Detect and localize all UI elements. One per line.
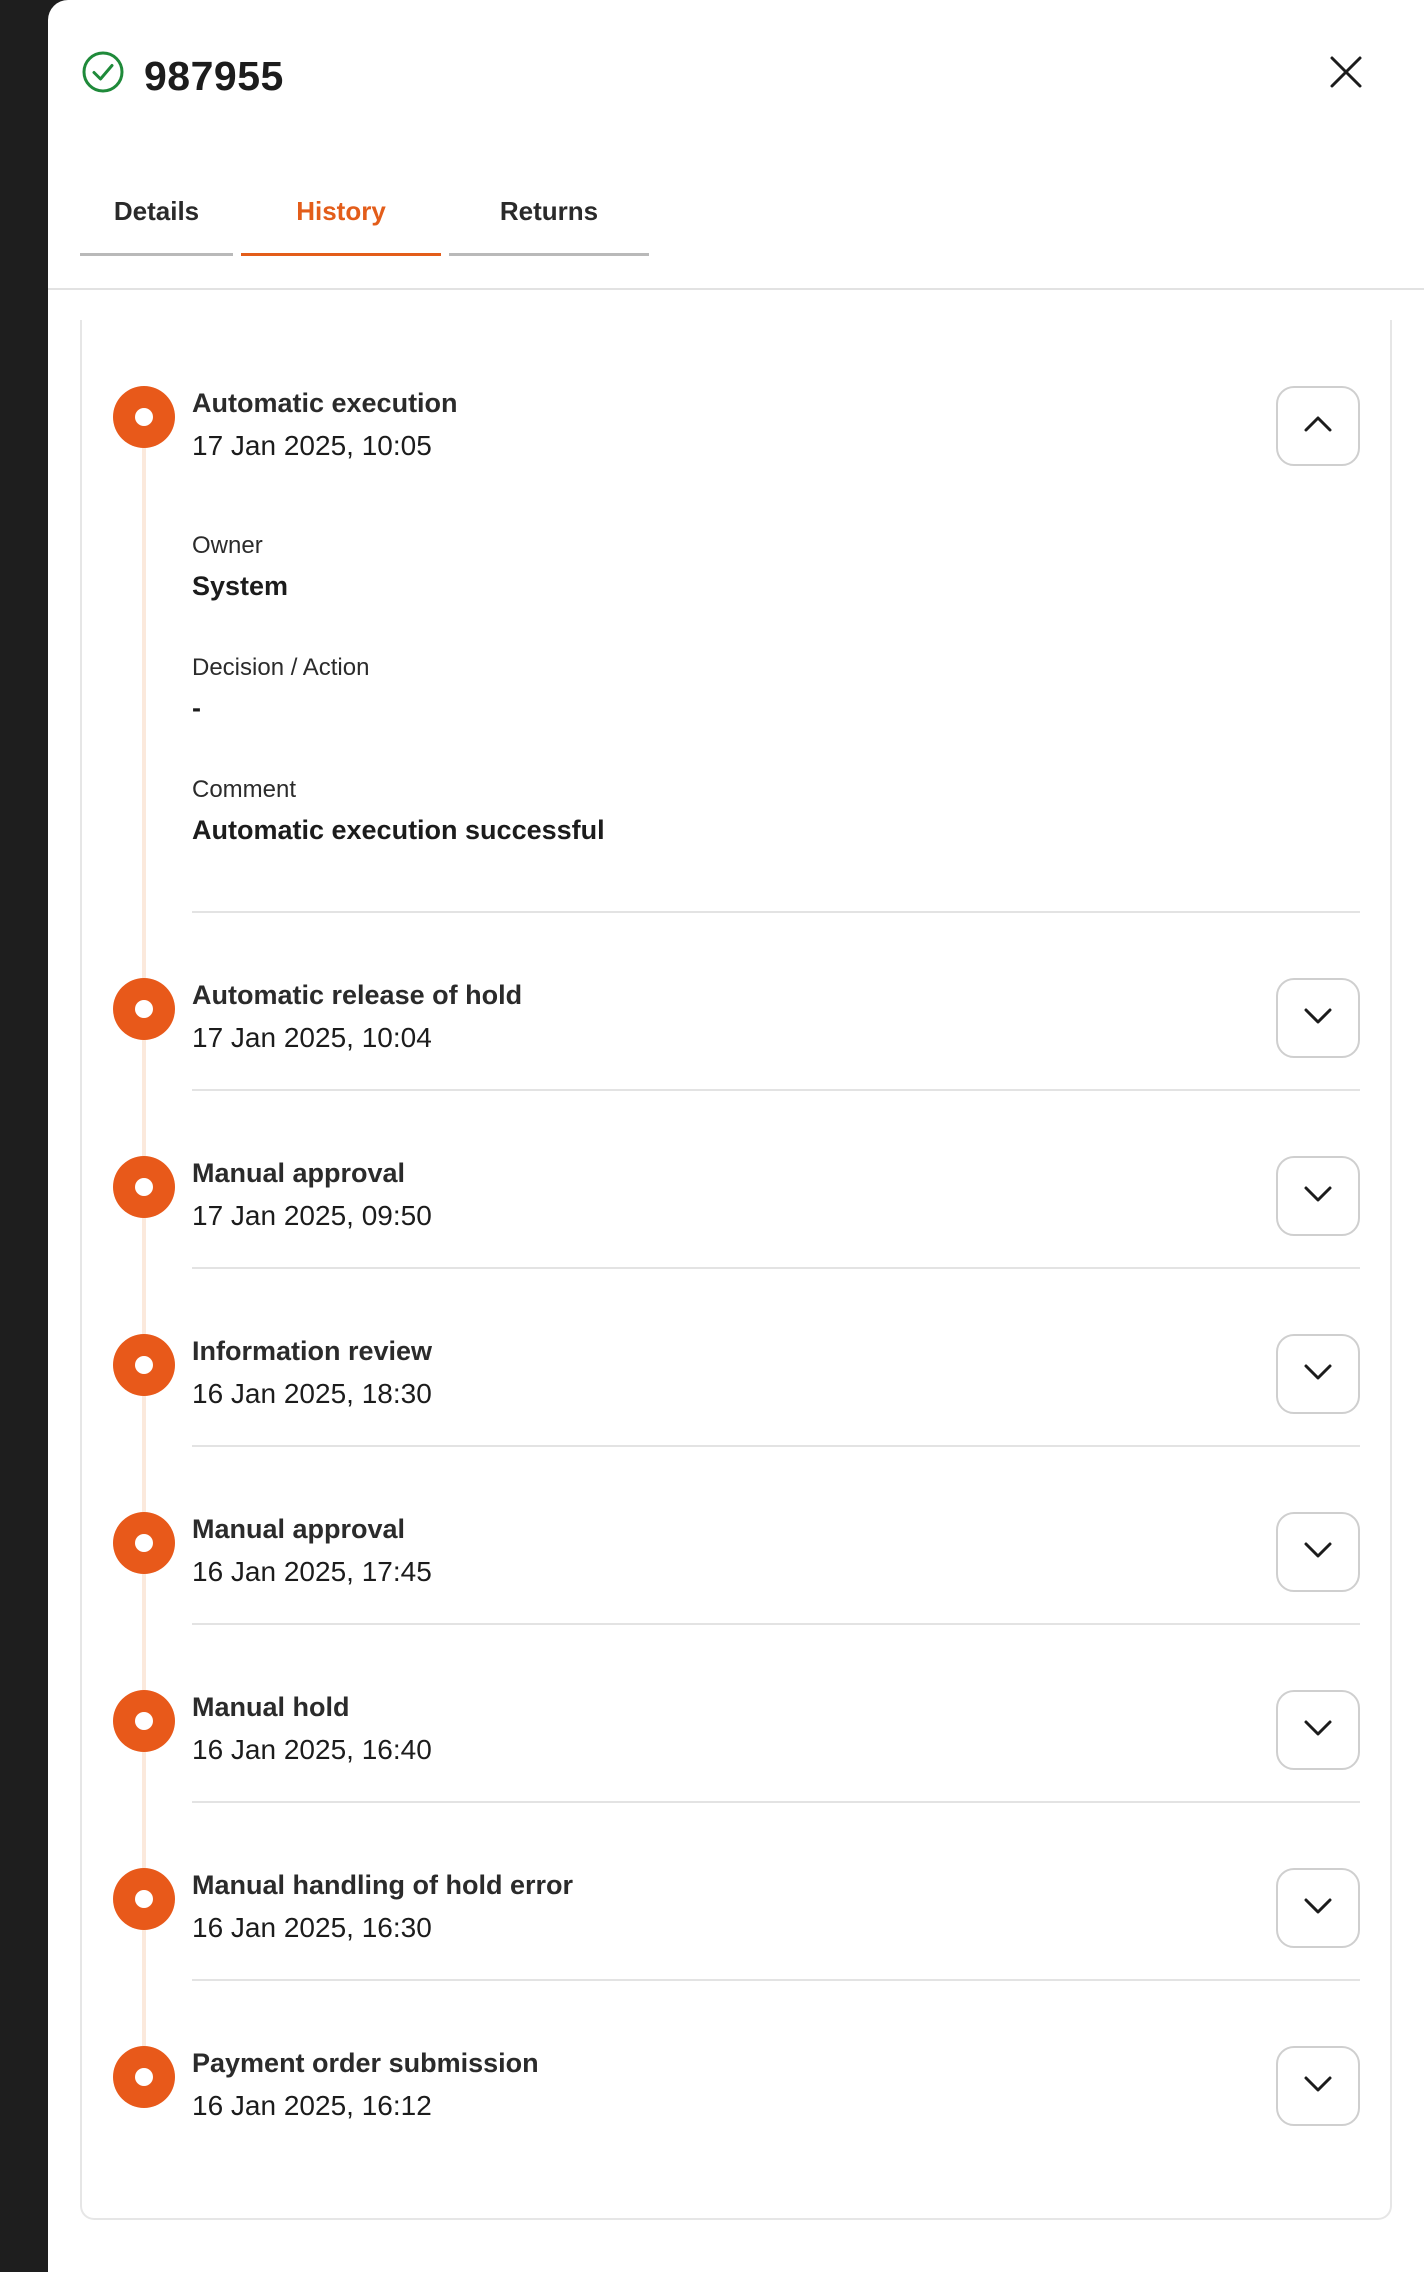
close-button[interactable]: [1320, 48, 1372, 100]
tab-history[interactable]: History: [241, 170, 441, 256]
timeline-dot: [113, 1868, 175, 1930]
chevron-down-icon: [1303, 1007, 1333, 1030]
timeline-dot: [113, 1690, 175, 1752]
event-date: 17 Jan 2025, 09:50: [192, 1200, 432, 1231]
tab-returns[interactable]: Returns: [449, 170, 649, 256]
expand-button[interactable]: [1276, 2046, 1360, 2126]
close-icon: [1329, 55, 1363, 94]
comment-label: Comment: [192, 776, 297, 803]
timeline-dot: [113, 1512, 175, 1574]
timeline-dot: [113, 386, 175, 448]
event-divider: [192, 1267, 1360, 1269]
event-divider: [192, 1445, 1360, 1447]
chevron-down-icon: [1303, 1363, 1333, 1386]
event-divider: [192, 1623, 1360, 1625]
event-title: Payment order submission: [192, 2048, 539, 2078]
tab-details[interactable]: Details: [80, 170, 233, 256]
timeline-dot: [113, 1156, 175, 1218]
timeline-dot: [113, 1334, 175, 1396]
expand-button[interactable]: [1276, 1512, 1360, 1592]
expand-button[interactable]: [1276, 1334, 1360, 1414]
owner-label: Owner: [192, 532, 263, 559]
chevron-down-icon: [1303, 1185, 1333, 1208]
expand-button[interactable]: [1276, 1156, 1360, 1236]
decision-label: Decision / Action: [192, 654, 370, 681]
timeline-dot: [113, 978, 175, 1040]
chevron-down-icon: [1303, 1719, 1333, 1742]
chevron-down-icon: [1303, 2075, 1333, 2098]
owner-value: System: [192, 571, 289, 601]
event-date: 17 Jan 2025, 10:05: [192, 430, 432, 461]
event-date: 16 Jan 2025, 18:30: [192, 1378, 432, 1409]
collapse-button[interactable]: [1276, 386, 1360, 466]
event-title: Information review: [192, 1336, 433, 1366]
event-title: Automatic release of hold: [192, 980, 523, 1010]
header-divider: [48, 288, 1424, 290]
event-date: 16 Jan 2025, 16:40: [192, 1734, 432, 1765]
event-title: Manual hold: [192, 1692, 350, 1722]
event-date: 16 Jan 2025, 16:12: [192, 2090, 432, 2121]
decision-value: -: [192, 693, 201, 723]
event-divider: [192, 1979, 1360, 1981]
event-title: Manual handling of hold error: [192, 1870, 573, 1900]
expand-button[interactable]: [1276, 1690, 1360, 1770]
timeline-dot: [113, 2046, 175, 2108]
event-title: Automatic execution: [192, 388, 458, 418]
event-divider: [192, 1089, 1360, 1091]
chevron-up-icon: [1303, 415, 1333, 438]
panel-header: 987955: [48, 0, 1424, 140]
event-date: 17 Jan 2025, 10:04: [192, 1022, 432, 1053]
expand-button[interactable]: [1276, 1868, 1360, 1948]
comment-value: Automatic execution successful: [192, 815, 605, 845]
event-divider: [192, 911, 1360, 913]
chevron-down-icon: [1303, 1897, 1333, 1920]
event-date: 16 Jan 2025, 16:30: [192, 1912, 432, 1943]
page-title: 987955: [144, 53, 284, 99]
event-divider: [192, 1801, 1360, 1803]
history-panel: 987955 Details History Returns Automatic…: [48, 0, 1424, 2272]
backdrop: [0, 0, 48, 2272]
timeline-line: [142, 420, 146, 2080]
expand-button[interactable]: [1276, 978, 1360, 1058]
event-title: Manual approval: [192, 1158, 406, 1188]
event-date: 16 Jan 2025, 17:45: [192, 1556, 432, 1587]
event-title: Manual approval: [192, 1514, 406, 1544]
chevron-down-icon: [1303, 1541, 1333, 1564]
check-circle-icon: [81, 50, 125, 94]
